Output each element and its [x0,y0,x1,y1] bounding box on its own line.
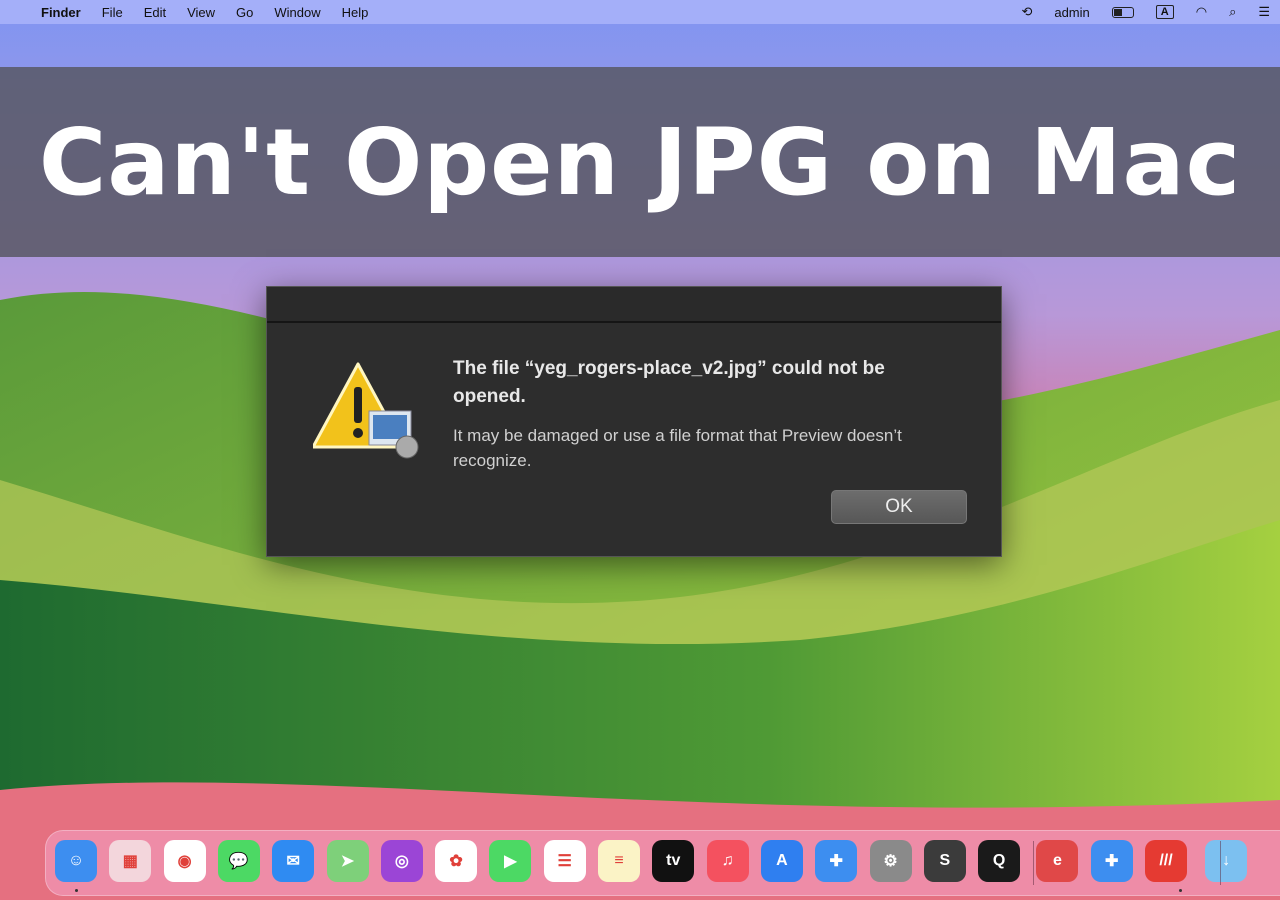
dock-messages-icon[interactable]: 💬 [217,840,260,882]
menu-bar: Finder File Edit View Go Window Help ⟲ a… [0,0,1280,24]
dock-photos-icon[interactable]: ✿ [435,840,478,882]
menu-view[interactable]: View [187,5,215,20]
dock-toolbox-icon[interactable]: ✚ [815,840,858,882]
dock-music-icon[interactable]: ♫ [706,840,749,882]
time-machine-icon[interactable]: ⟲ [1021,4,1032,20]
menu-file[interactable]: File [102,5,123,20]
dock-toolbox-2-icon[interactable]: ✚ [1090,840,1133,882]
menu-help[interactable]: Help [342,5,369,20]
menu-finder[interactable]: Finder [41,5,81,20]
warning-icon [313,362,419,459]
wifi-icon[interactable]: ◠ [1196,4,1207,20]
dock-apple-tv-icon[interactable]: tv [652,840,695,882]
dock-sublime-text-icon[interactable]: S [923,840,966,882]
running-indicator [1179,889,1182,892]
dock-easeus-icon[interactable]: e [1036,840,1079,882]
user-menu[interactable]: admin [1054,5,1089,20]
control-center-icon[interactable]: ☰ [1258,4,1270,20]
dock-separator [1220,841,1221,885]
menu-go[interactable]: Go [236,5,253,20]
dock-podcasts-icon[interactable]: ◎ [380,840,423,882]
dock: ☺ ▦ ◉ 💬 ✉ ➤ ◎ ✿ ▶ ☰ ≡ tv ♫ A ✚ ⚙ S Qe ✚ /// ↓ [45,830,1280,896]
error-dialog: The file “yeg_rogers-place_v2.jpg” could… [266,286,1002,557]
dock-reminders-icon[interactable]: ☰ [543,840,586,882]
dock-mail-icon[interactable]: ✉ [272,840,315,882]
dock-downloads-icon[interactable]: ↓ [1205,840,1248,882]
dock-recovery-icon[interactable]: /// [1145,840,1187,882]
dock-launchpad-icon[interactable]: ▦ [109,840,152,882]
search-icon[interactable]: ⌕ [1229,4,1236,20]
dock-separator [1033,841,1034,885]
dialog-message: It may be damaged or use a file format t… [453,426,902,470]
dock-notes-icon[interactable]: ≡ [598,840,640,882]
title-banner: Can't Open JPG on Mac [0,67,1280,257]
ok-button[interactable]: OK [831,490,967,524]
dialog-title: The file “yeg_rogers-place_v2.jpg” could… [453,358,885,407]
menu-window[interactable]: Window [274,5,320,20]
dock-quicktime-icon[interactable]: Q [978,840,1021,882]
dock-chrome-icon[interactable]: ◉ [163,840,206,882]
menu-edit[interactable]: Edit [144,5,166,20]
dock-app-store-icon[interactable]: A [760,840,803,882]
banner-title: Can't Open JPG on Mac [38,108,1242,216]
dock-facetime-icon[interactable]: ▶ [489,840,532,882]
dialog-title-bar [267,287,1001,323]
running-indicator [75,889,78,892]
battery-icon[interactable] [1111,6,1134,18]
dock-maps-icon[interactable]: ➤ [326,840,369,882]
dock-system-settings-icon[interactable]: ⚙ [869,840,912,882]
dock-finder-icon[interactable]: ☺ [55,840,97,882]
input-source-icon[interactable]: A [1155,5,1174,19]
